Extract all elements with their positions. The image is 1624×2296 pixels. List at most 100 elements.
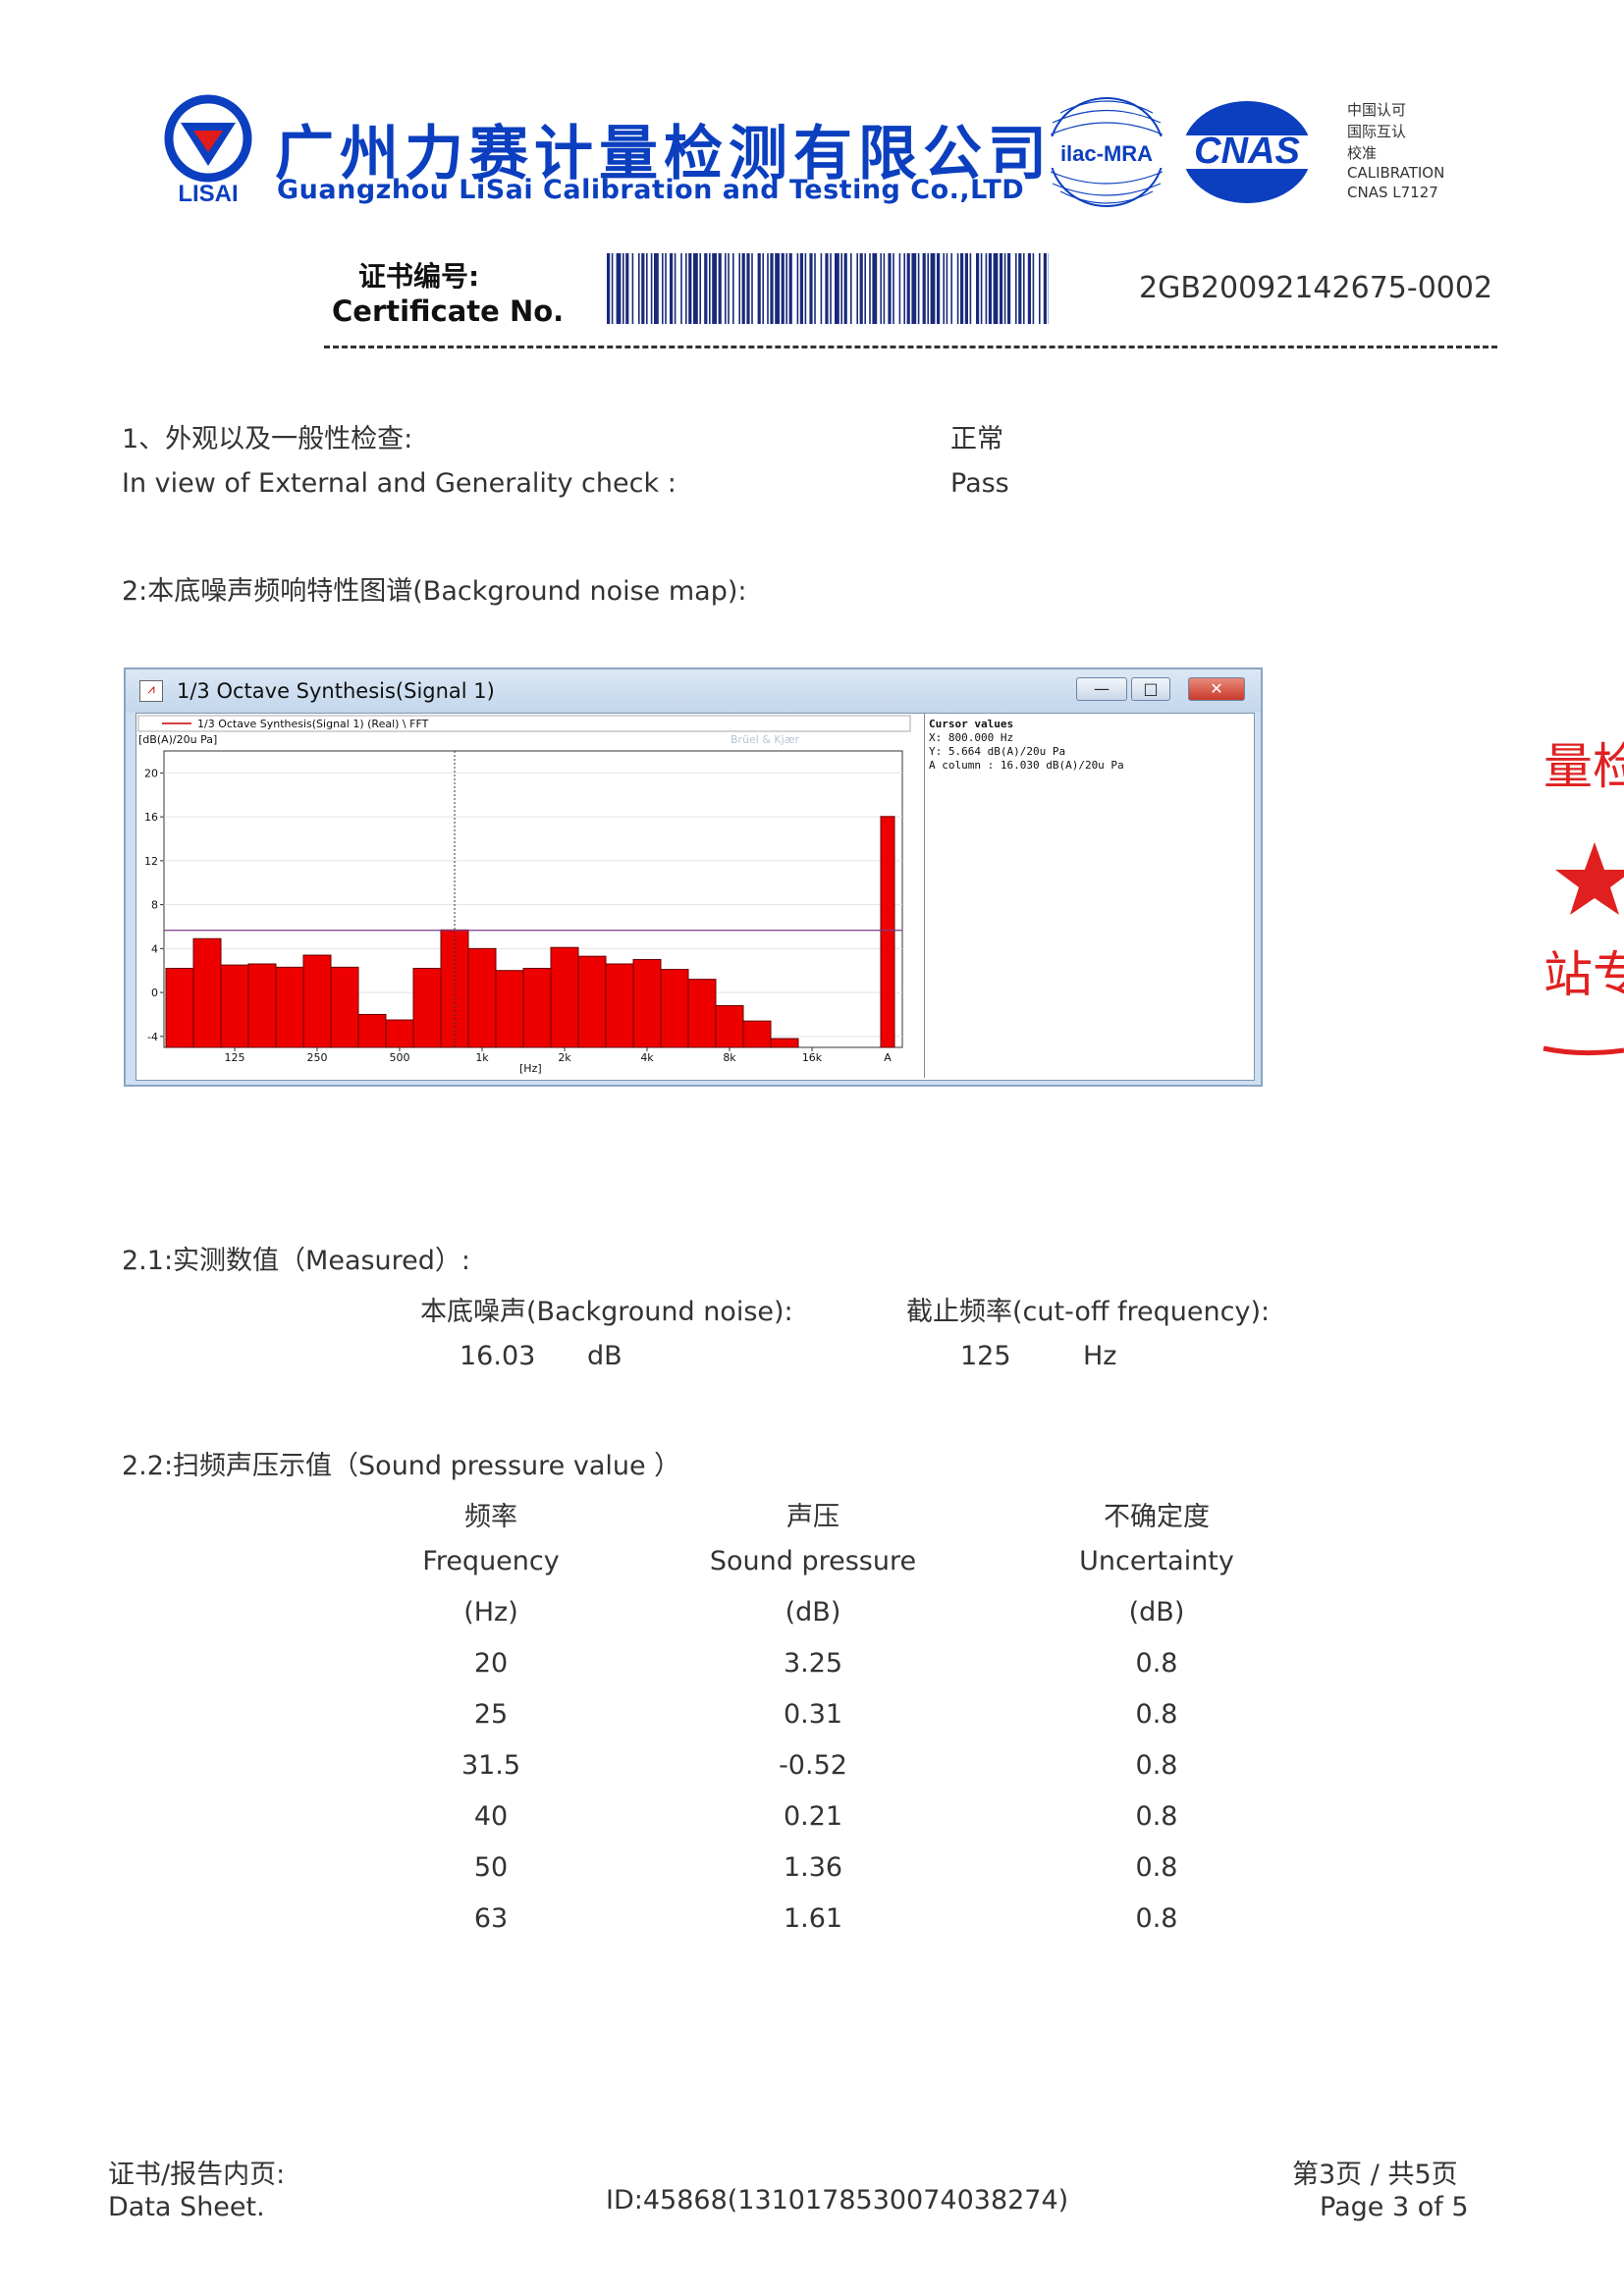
- bar-chart[interactable]: 1/3 Octave Synthesis(Signal 1) (Real) \ …: [136, 714, 922, 1078]
- barcode-bar: [1015, 253, 1017, 324]
- barcode-bar: [1000, 253, 1003, 324]
- cutoff-frequency-value: 125: [960, 1341, 1011, 1371]
- barcode-bar: [738, 253, 740, 324]
- table-cell: 3.25: [783, 1648, 843, 1679]
- chart-bar: [192, 937, 222, 1048]
- barcode-bar: [625, 253, 629, 324]
- maximize-button[interactable]: □: [1131, 677, 1170, 701]
- barcode-bar: [728, 253, 730, 324]
- footer-page-cn: 第3页 / 共5页: [1292, 2160, 1458, 2190]
- app-icon: ⩘: [139, 680, 163, 702]
- barcode-bar: [1018, 253, 1022, 324]
- chart-bar: [577, 955, 607, 1048]
- minimize-button[interactable]: —: [1076, 677, 1127, 701]
- stamp-text-bottom: 站专: [1543, 946, 1624, 1003]
- barcode-bar: [976, 253, 980, 324]
- official-stamp: 量检 站专: [1543, 738, 1624, 1056]
- close-button[interactable]: ✕: [1188, 677, 1245, 701]
- barcode-bar: [623, 253, 624, 324]
- x-tick-label: A: [884, 1051, 892, 1064]
- barcode-bar: [762, 253, 764, 324]
- y-axis-unit: [dB(A)/20u Pa]: [138, 733, 217, 746]
- barcode-bar: [718, 253, 722, 324]
- barcode-bar: [746, 253, 750, 324]
- y-tick-label: 0: [151, 987, 158, 999]
- a-column-bar: [880, 816, 895, 1048]
- ilac-text: ilac-MRA: [1060, 141, 1153, 166]
- x-axis-unit: [Hz]: [519, 1062, 542, 1075]
- barcode-bar: [930, 253, 936, 324]
- table-cell: 0.8: [1135, 1648, 1178, 1679]
- header-uncertainty-unit: (dB): [1128, 1597, 1185, 1628]
- barcode-bar: [960, 253, 964, 324]
- chart-bar: [605, 963, 634, 1048]
- barcode-bar: [927, 253, 929, 324]
- barcode-bar: [704, 253, 708, 324]
- cnas-line-3: 校准: [1347, 144, 1378, 162]
- barcode-bar: [917, 253, 920, 324]
- barcode-bar: [1039, 253, 1041, 324]
- header-frequency-en: Frequency: [422, 1546, 560, 1576]
- window-titlebar: ⩘ 1/3 Octave Synthesis(Signal 1) — □ ✕: [126, 669, 1261, 713]
- barcode-bar: [1023, 253, 1025, 324]
- footer-document-id: ID:45868(1310178530074038274): [606, 2185, 1069, 2216]
- barcode-bar: [1003, 253, 1006, 324]
- header-uncertainty-cn: 不确定度: [1104, 1502, 1210, 1532]
- chart-legend: 1/3 Octave Synthesis(Signal 1) (Real) \ …: [197, 718, 429, 730]
- barcode-bar: [820, 253, 823, 324]
- barcode-bar: [883, 253, 886, 324]
- barcode-bar: [767, 253, 769, 324]
- table-cell: 25: [473, 1699, 509, 1730]
- cnas-line-2: 国际互认: [1347, 123, 1407, 140]
- table-cell: 31.5: [460, 1750, 521, 1781]
- barcode-bar: [830, 253, 832, 324]
- barcode-bar: [775, 253, 780, 324]
- barcode-bar: [799, 253, 803, 324]
- barcode-bar: [646, 253, 648, 324]
- barcode-bar: [804, 253, 807, 324]
- barcode-bar: [943, 253, 945, 324]
- barcode-bar: [922, 253, 926, 324]
- barcode-bar: [825, 253, 829, 324]
- x-tick-label: 2k: [558, 1051, 571, 1064]
- barcode: [607, 253, 1049, 324]
- barcode-bar: [709, 253, 711, 324]
- barcode-bar: [835, 253, 839, 324]
- table-cell: 0.8: [1135, 1801, 1178, 1832]
- cursor-values-panel: Cursor values X: 800.000 Hz Y: 5.664 dB(…: [924, 714, 1253, 1078]
- barcode-bar: [788, 253, 792, 324]
- section1-label-cn: 1、外观以及一般性检查:: [122, 424, 413, 454]
- barcode-bar: [980, 253, 983, 324]
- chart-bar: [495, 970, 524, 1048]
- y-tick-label: 8: [151, 899, 158, 912]
- barcode-bar: [964, 253, 968, 324]
- chart-bar: [302, 954, 332, 1048]
- table-cell: 0.31: [783, 1699, 843, 1730]
- barcode-bar: [741, 253, 745, 324]
- x-tick-label: 1k: [475, 1051, 489, 1064]
- barcode-bar: [631, 253, 634, 324]
- barcode-bar: [988, 253, 992, 324]
- barcode-bar: [1027, 253, 1031, 324]
- barcode-bar: [888, 253, 892, 324]
- cursor-y: Y: 5.664 dB(A)/20u Pa: [929, 745, 1066, 758]
- barcode-bar: [616, 253, 622, 324]
- cnas-line-1: 中国认可: [1347, 101, 1407, 119]
- table-cell: 40: [473, 1801, 509, 1832]
- background-noise-value: 16.03: [460, 1341, 536, 1371]
- barcode-bar: [712, 253, 717, 324]
- cursor-title: Cursor values: [929, 718, 1014, 730]
- chart-bar: [330, 966, 359, 1048]
- y-tick-label: 12: [144, 855, 158, 868]
- barcode-bar: [680, 253, 682, 324]
- chart-bar: [742, 1020, 772, 1048]
- table-cell: 63: [473, 1903, 509, 1934]
- cnas-line-5: CNAS L7127: [1347, 184, 1438, 201]
- barcode-bar: [785, 253, 787, 324]
- header-pressure-cn: 声压: [786, 1502, 839, 1532]
- barcode-bar: [670, 253, 674, 324]
- cnas-line-4: CALIBRATION: [1347, 164, 1445, 182]
- x-tick-label: 8k: [723, 1051, 736, 1064]
- barcode-bar: [880, 253, 882, 324]
- footer-label-cn: 证书/报告内页:: [108, 2160, 286, 2190]
